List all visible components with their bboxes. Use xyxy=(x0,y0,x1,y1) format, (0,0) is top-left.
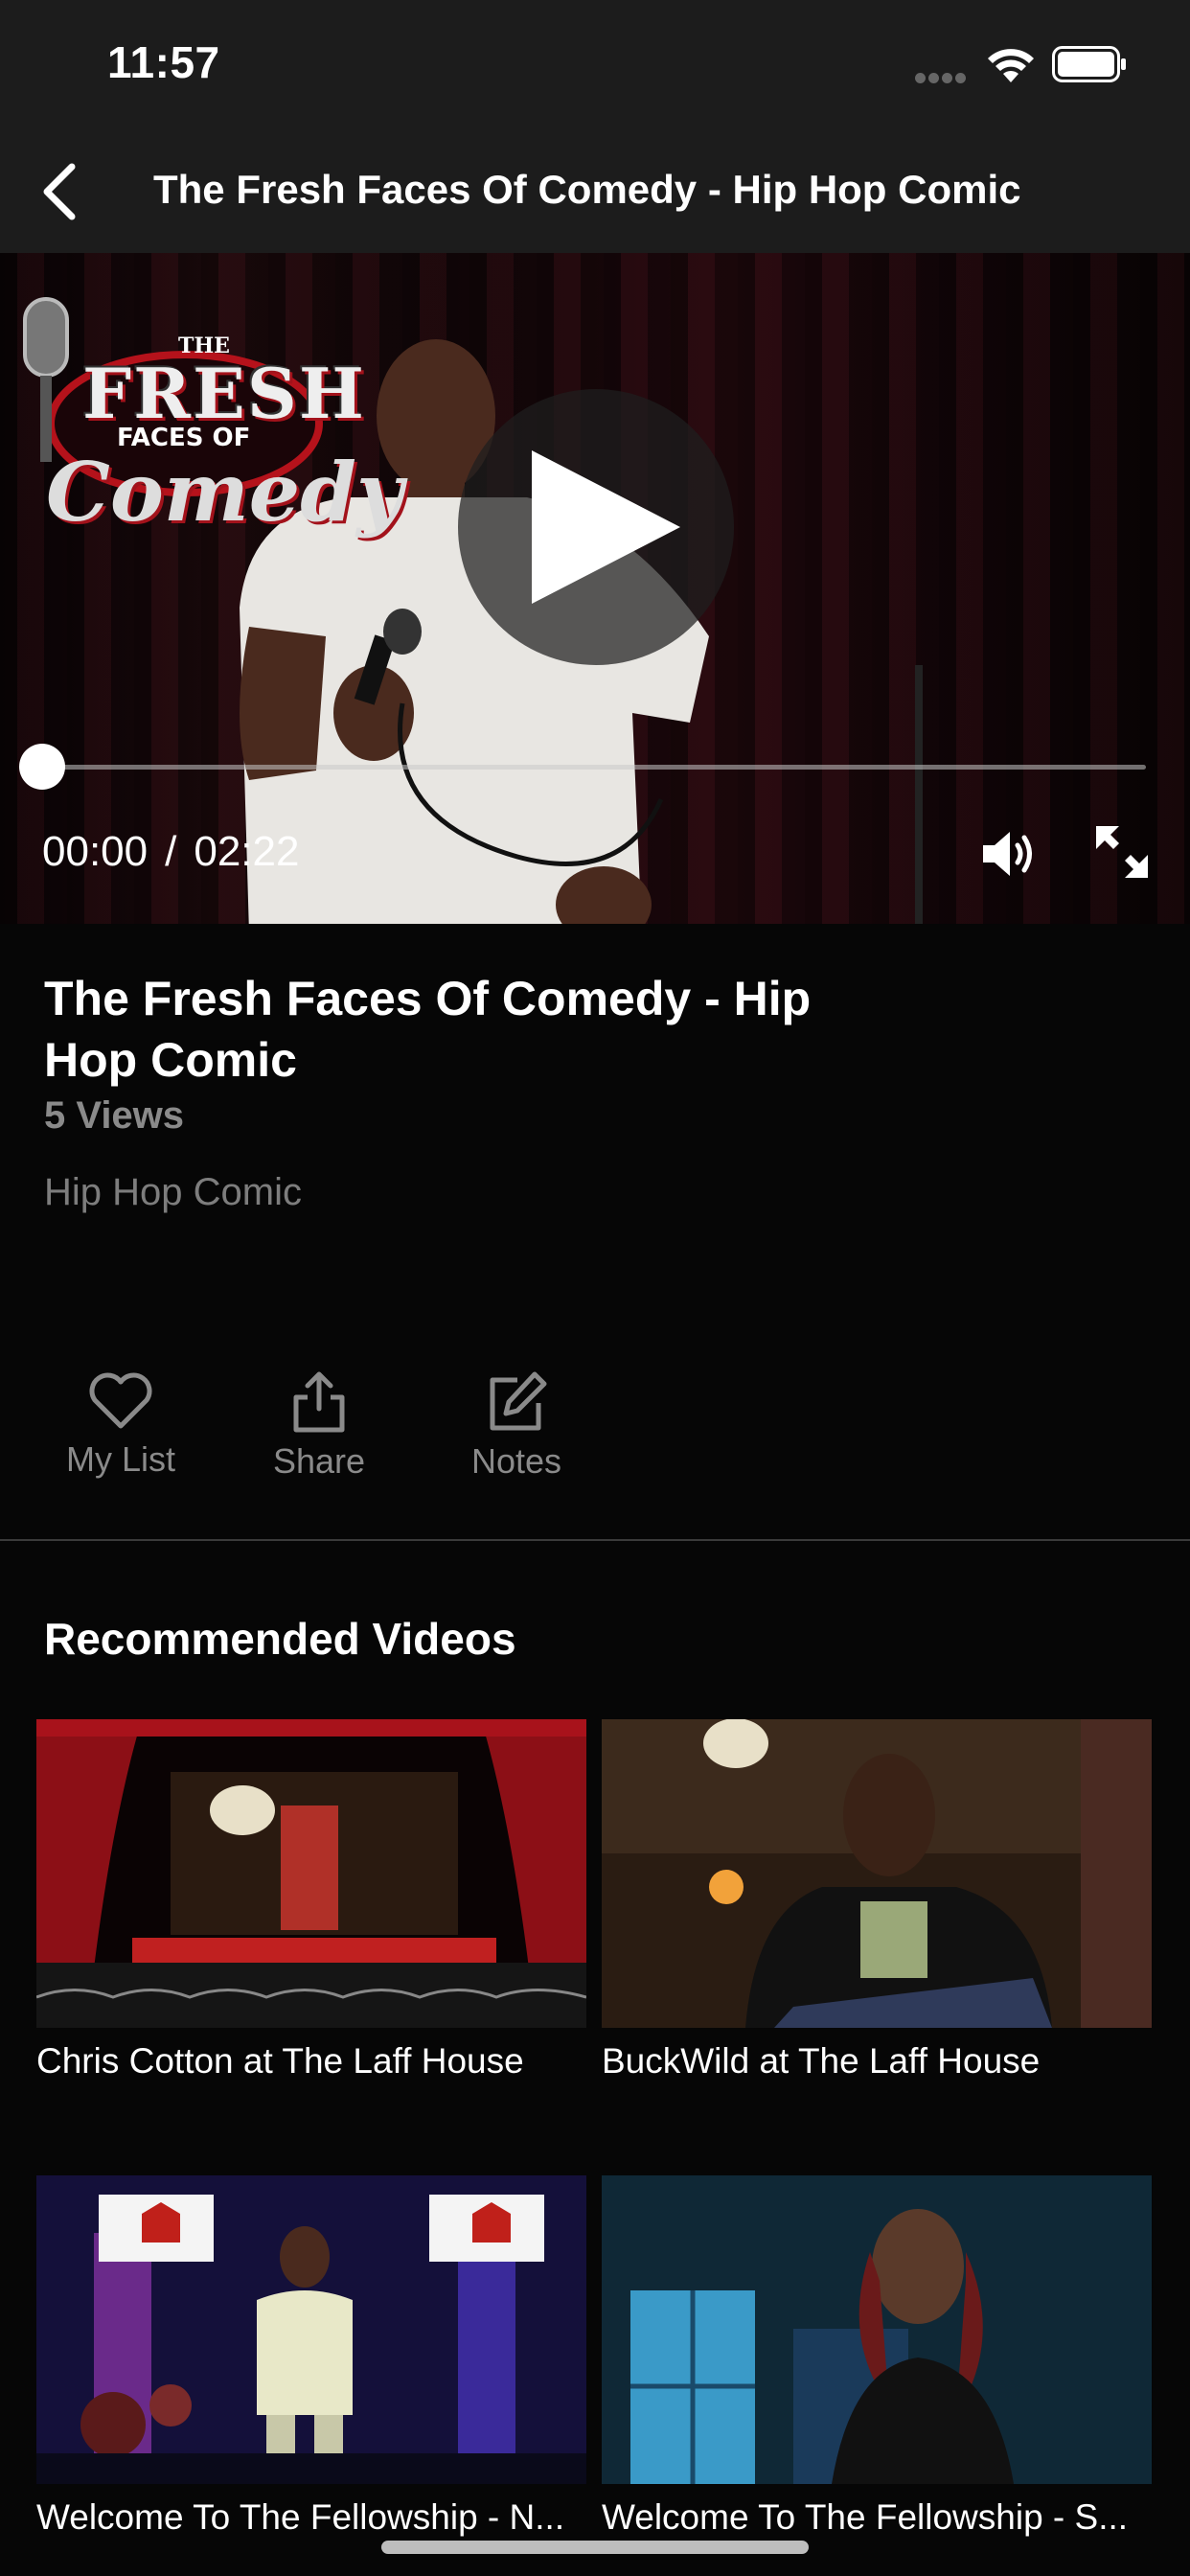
video-detail-screen: 11:57 The Fresh Faces Of Comedy - Hip Ho… xyxy=(0,0,1190,2576)
signal-dots-icon xyxy=(915,71,971,83)
duration: 02:22 xyxy=(194,828,300,875)
video-thumbnail xyxy=(602,2175,1152,2484)
video-thumbnail xyxy=(36,1719,586,2028)
status-time: 11:57 xyxy=(107,37,220,87)
current-time: 00:00 xyxy=(42,828,149,875)
nav-title: The Fresh Faces Of Comedy - Hip Hop Comi… xyxy=(153,167,1021,212)
video-description: Hip Hop Comic xyxy=(44,1171,302,1213)
share-icon xyxy=(293,1371,345,1433)
logo-text-fresh: FRESH xyxy=(82,353,366,434)
edit-icon xyxy=(490,1371,547,1431)
progress-bar[interactable] xyxy=(42,765,1146,770)
action-row: My List Share Notes xyxy=(0,1370,1190,1495)
share-label: Share xyxy=(272,1441,366,1481)
back-button[interactable] xyxy=(25,153,92,230)
chevron-left-icon xyxy=(43,163,76,220)
fullscreen-button[interactable] xyxy=(1090,820,1154,884)
heart-icon xyxy=(89,1372,152,1429)
notes-label: Notes xyxy=(470,1441,562,1481)
progress-thumb[interactable] xyxy=(19,744,65,790)
recommended-video-card[interactable]: BuckWild at The Laff House xyxy=(602,1719,1152,2082)
mic-stand xyxy=(915,665,923,924)
video-thumbnail xyxy=(36,2175,586,2484)
logo-text-comedy: Comedy xyxy=(46,445,403,540)
share-button[interactable]: Share xyxy=(233,1370,405,1495)
video-title: Chris Cotton at The Laff House xyxy=(36,2041,524,2081)
video-title: Welcome To The Fellowship - N... xyxy=(36,2497,565,2537)
play-button[interactable] xyxy=(458,389,734,665)
notes-button[interactable]: Notes xyxy=(430,1370,603,1495)
my-list-label: My List xyxy=(65,1439,175,1479)
recommended-video-card[interactable]: Welcome To The Fellowship - S... xyxy=(602,2175,1152,2538)
play-icon xyxy=(532,450,680,604)
video-player[interactable]: THE FRESH FACES OF Comedy 00:00 / 02:22 xyxy=(0,253,1190,924)
battery-icon xyxy=(1052,46,1126,82)
home-indicator[interactable] xyxy=(381,2541,809,2554)
volume-button[interactable] xyxy=(977,822,1041,886)
video-title: The Fresh Faces Of Comedy - Hip Hop Comi… xyxy=(44,972,812,1087)
video-thumbnail xyxy=(602,1719,1152,2028)
time-readout: 00:00 / 02:22 xyxy=(42,828,299,876)
fullscreen-icon xyxy=(1096,826,1148,878)
video-title: BuckWild at The Laff House xyxy=(602,2041,1041,2081)
section-divider xyxy=(0,1539,1190,1541)
show-logo: THE FRESH FACES OF Comedy xyxy=(17,280,403,540)
time-separator: / xyxy=(165,828,177,875)
volume-icon xyxy=(983,832,1032,876)
recommended-heading: Recommended Videos xyxy=(44,1614,516,1664)
status-bar: 11:57 xyxy=(0,0,1190,134)
recommended-video-card[interactable]: Welcome To The Fellowship - N... xyxy=(36,2175,586,2538)
view-count: 5 Views xyxy=(44,1094,185,1137)
recommended-video-card[interactable]: Chris Cotton at The Laff House xyxy=(36,1719,586,2082)
video-title: Welcome To The Fellowship - S... xyxy=(602,2497,1129,2537)
wifi-icon xyxy=(988,49,1034,82)
my-list-button[interactable]: My List xyxy=(34,1370,207,1495)
nav-bar: The Fresh Faces Of Comedy - Hip Hop Comi… xyxy=(0,134,1190,253)
